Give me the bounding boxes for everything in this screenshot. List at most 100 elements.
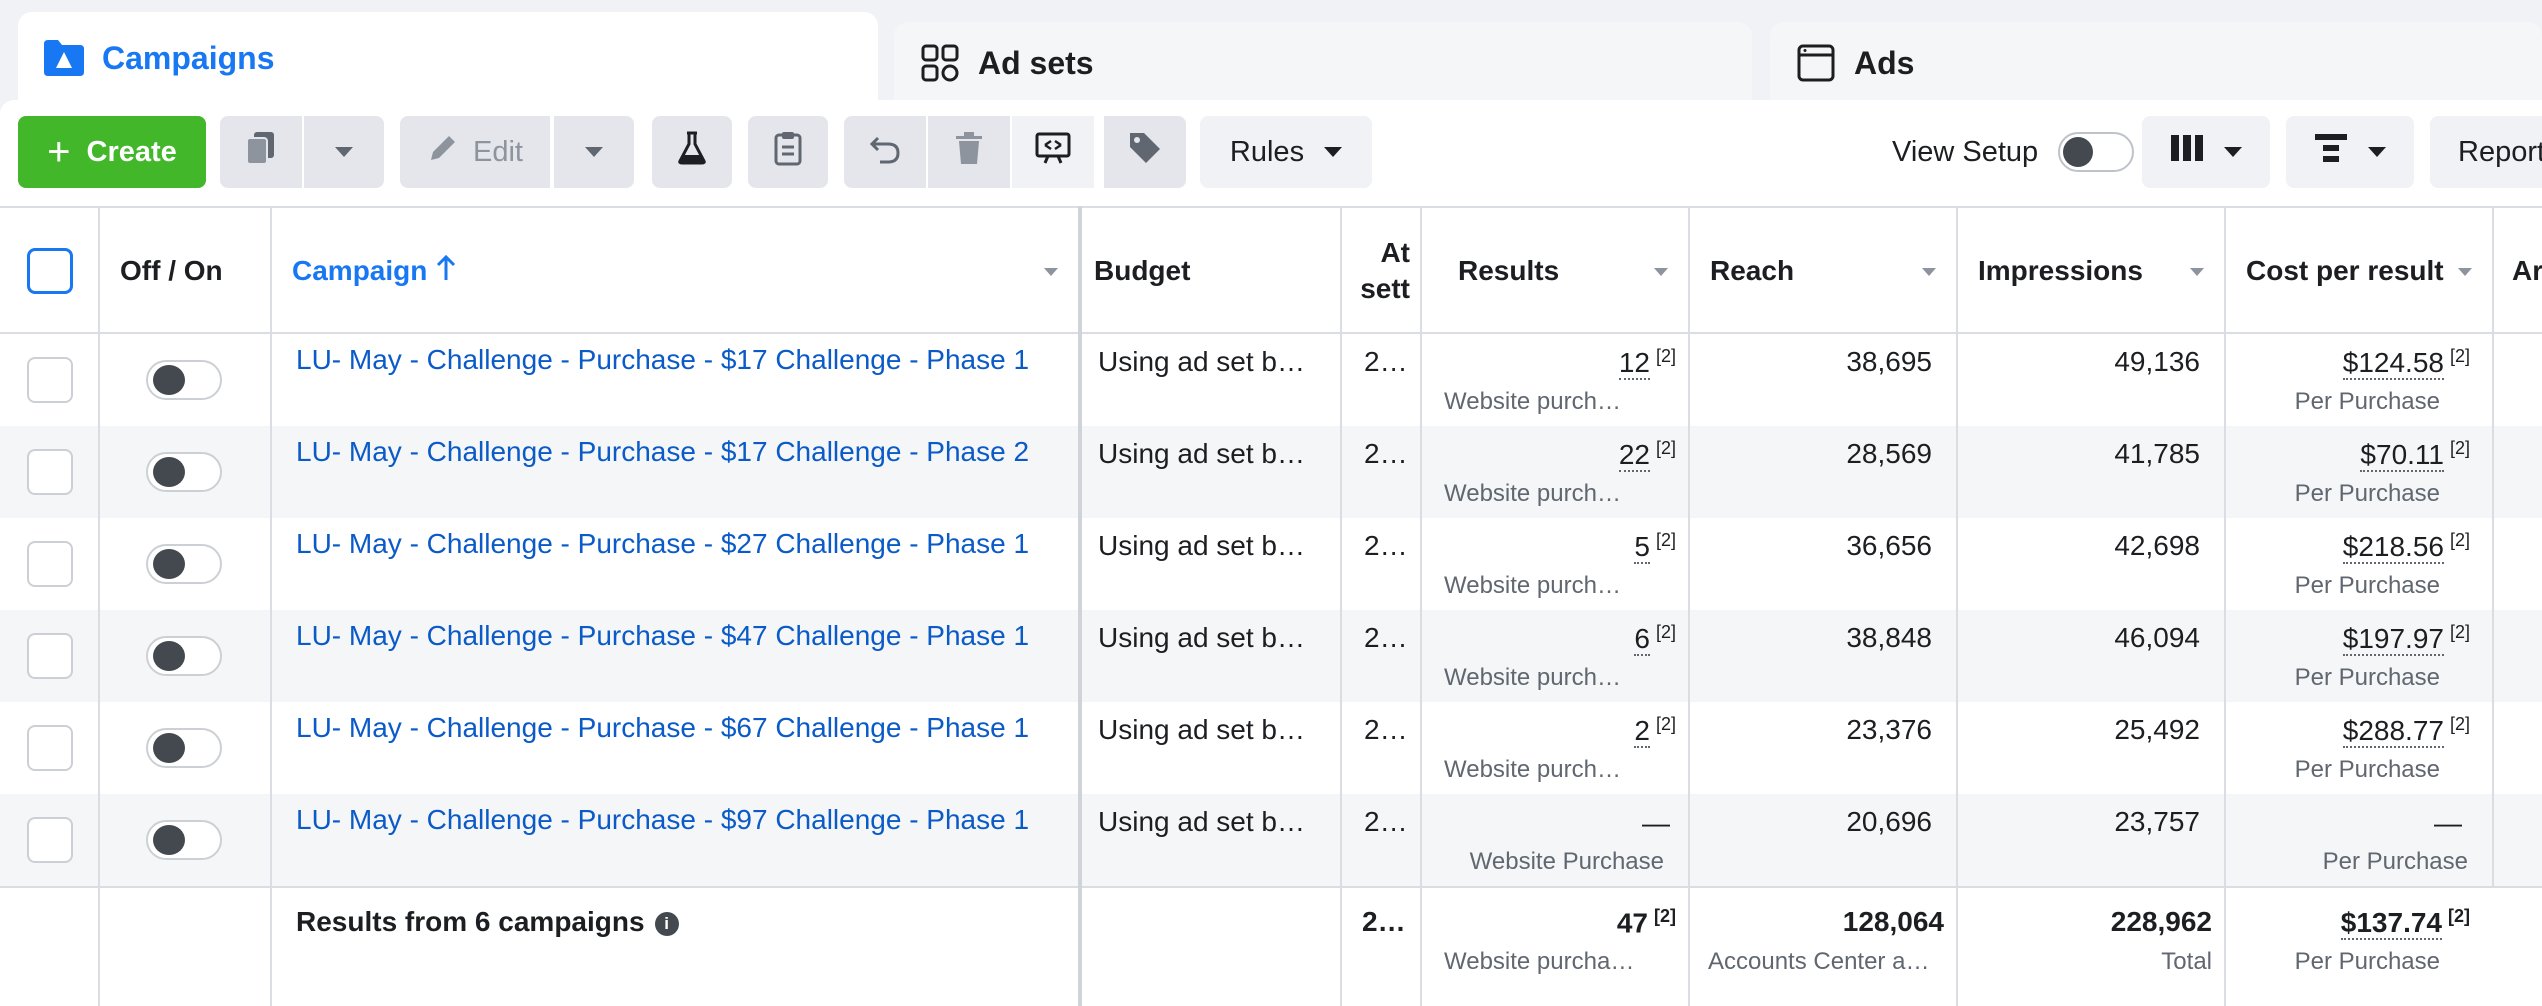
campaign-toggle[interactable]	[146, 360, 222, 400]
column-header-campaign[interactable]: Campaign	[272, 208, 1082, 334]
view-setup-toggle[interactable]	[2058, 132, 2135, 172]
delete-button[interactable]	[928, 116, 1010, 188]
campaign-name-link[interactable]: LU- May - Challenge - Purchase - $67 Cha…	[296, 712, 1029, 744]
preview-icon	[1034, 131, 1072, 173]
column-divider	[2224, 206, 2226, 1006]
duplicate-button[interactable]	[220, 116, 302, 188]
table-row[interactable]: LU- May - Challenge - Purchase - $47 Cha…	[0, 610, 2542, 702]
chevron-down-icon[interactable]	[1654, 268, 1668, 276]
rules-button[interactable]: Rules	[1200, 116, 1372, 188]
campaign-name-link[interactable]: LU- May - Challenge - Purchase - $27 Cha…	[296, 528, 1029, 560]
footer-reach-sub: Accounts Center ac…	[1708, 948, 1940, 975]
cost-per-result-cell: $124.58 [2]	[2342, 346, 2470, 381]
view-setup-label: View Setup	[1892, 135, 2039, 168]
column-divider	[1956, 206, 1958, 1006]
columns-icon	[2170, 134, 2204, 170]
duplicate-dropdown-button[interactable]	[304, 116, 384, 188]
column-header-impressions: Impressions	[1978, 255, 2143, 286]
undo-button[interactable]	[844, 116, 926, 188]
undo-icon	[868, 132, 902, 172]
reports-button[interactable]: Report	[2430, 116, 2542, 188]
column-header-results: Results	[1458, 255, 1560, 286]
column-divider	[1078, 206, 1082, 1006]
cost-per-result-cell: —	[2434, 807, 2462, 839]
budget-cell: Using ad set bu…	[1098, 438, 1318, 469]
select-all-checkbox[interactable]	[27, 248, 73, 294]
campaign-toggle[interactable]	[146, 636, 222, 676]
table-row[interactable]: LU- May - Challenge - Purchase - $17 Cha…	[0, 426, 2542, 518]
ab-test-button[interactable]	[652, 116, 732, 188]
campaign-name-link[interactable]: LU- May - Challenge - Purchase - $47 Cha…	[296, 620, 1029, 652]
table-row[interactable]: LU- May - Challenge - Purchase - $97 Cha…	[0, 794, 2542, 886]
cost-per-result-cell: $218.56 [2]	[2342, 530, 2470, 565]
tab-ad-sets[interactable]: Ad sets	[894, 22, 1752, 104]
results-sub-label: Website purcha…	[1444, 664, 1629, 691]
row-checkbox[interactable]	[27, 633, 73, 679]
results-sub-label: Website purcha…	[1444, 572, 1629, 599]
campaign-toggle[interactable]	[146, 452, 222, 492]
pencil-icon	[427, 132, 459, 172]
row-checkbox[interactable]	[27, 449, 73, 495]
flask-icon	[677, 131, 707, 173]
footer-reach: 128,064	[1842, 906, 1944, 937]
chevron-down-icon	[2368, 147, 2386, 157]
sort-ascending-icon	[435, 254, 457, 289]
tab-label: Ad sets	[978, 44, 1094, 81]
edit-dropdown-button[interactable]	[554, 116, 634, 188]
row-checkbox[interactable]	[27, 817, 73, 863]
chevron-down-icon[interactable]	[1044, 268, 1058, 276]
duplicate-icon	[244, 130, 278, 174]
tab-label: Campaigns	[102, 39, 275, 76]
budget-cell: Using ad set bu…	[1098, 622, 1318, 653]
table-row[interactable]: LU- May - Challenge - Purchase - $27 Cha…	[0, 518, 2542, 610]
campaign-toggle[interactable]	[146, 820, 222, 860]
grid-icon	[918, 43, 962, 83]
campaign-toggle[interactable]	[146, 544, 222, 584]
columns-button[interactable]	[2142, 116, 2270, 188]
table-header: Off / On Campaign Budget At sett Results…	[0, 206, 2542, 334]
clipboard-button[interactable]	[748, 116, 828, 188]
results-cell: 22 [2]	[1618, 438, 1676, 473]
attribution-cell: 2…	[1364, 346, 1408, 377]
info-icon[interactable]: i	[654, 911, 679, 936]
chevron-down-icon[interactable]	[1922, 268, 1936, 276]
results-cell: 12 [2]	[1618, 346, 1676, 381]
chevron-down-icon[interactable]	[2190, 268, 2204, 276]
preview-button[interactable]	[1012, 116, 1094, 188]
table-row[interactable]: LU- May - Challenge - Purchase - $67 Cha…	[0, 702, 2542, 794]
table-row[interactable]: LU- May - Challenge - Purchase - $17 Cha…	[0, 334, 2542, 426]
campaign-name-link[interactable]: LU- May - Challenge - Purchase - $17 Cha…	[296, 344, 1029, 376]
row-checkbox[interactable]	[27, 541, 73, 587]
campaign-name-link[interactable]: LU- May - Challenge - Purchase - $17 Cha…	[296, 436, 1029, 468]
footer-summary: Results from 6 campaigns i	[296, 906, 679, 938]
impressions-cell: 46,094	[2114, 622, 2200, 653]
results-cell: 5 [2]	[1634, 530, 1676, 565]
campaign-name-link[interactable]: LU- May - Challenge - Purchase - $97 Cha…	[296, 804, 1029, 836]
row-checkbox[interactable]	[27, 725, 73, 771]
column-divider	[2492, 206, 2494, 886]
campaign-toggle[interactable]	[146, 728, 222, 768]
results-sub-label: Website Purchase	[1469, 848, 1664, 875]
breakdown-icon	[2314, 133, 2348, 171]
column-divider	[1688, 206, 1690, 1006]
toolbar: + Create Edit Rules View Setup Report	[0, 100, 2542, 206]
create-button[interactable]: + Create	[18, 116, 206, 188]
row-checkbox[interactable]	[27, 357, 73, 403]
attribution-cell: 2…	[1364, 530, 1408, 561]
tag-button[interactable]	[1104, 116, 1186, 188]
results-cell: 2 [2]	[1634, 714, 1676, 749]
results-cell: —	[1642, 807, 1670, 839]
column-header-reach: Reach	[1710, 255, 1795, 286]
reach-cell: 38,695	[1846, 346, 1932, 377]
budget-cell: Using ad set bu…	[1098, 714, 1318, 745]
column-header-amount: Ar	[2512, 255, 2542, 286]
budget-cell: Using ad set bu…	[1098, 346, 1318, 377]
chevron-down-icon[interactable]	[2458, 268, 2472, 276]
footer-attribution: 2…	[1362, 906, 1406, 937]
tab-campaigns[interactable]: Campaigns	[18, 12, 878, 104]
breakdown-button[interactable]	[2286, 116, 2414, 188]
chevron-down-icon	[335, 147, 353, 157]
tab-ads[interactable]: Ads	[1770, 22, 2542, 104]
edit-button[interactable]: Edit	[400, 116, 550, 188]
chevron-down-icon	[2224, 147, 2242, 157]
